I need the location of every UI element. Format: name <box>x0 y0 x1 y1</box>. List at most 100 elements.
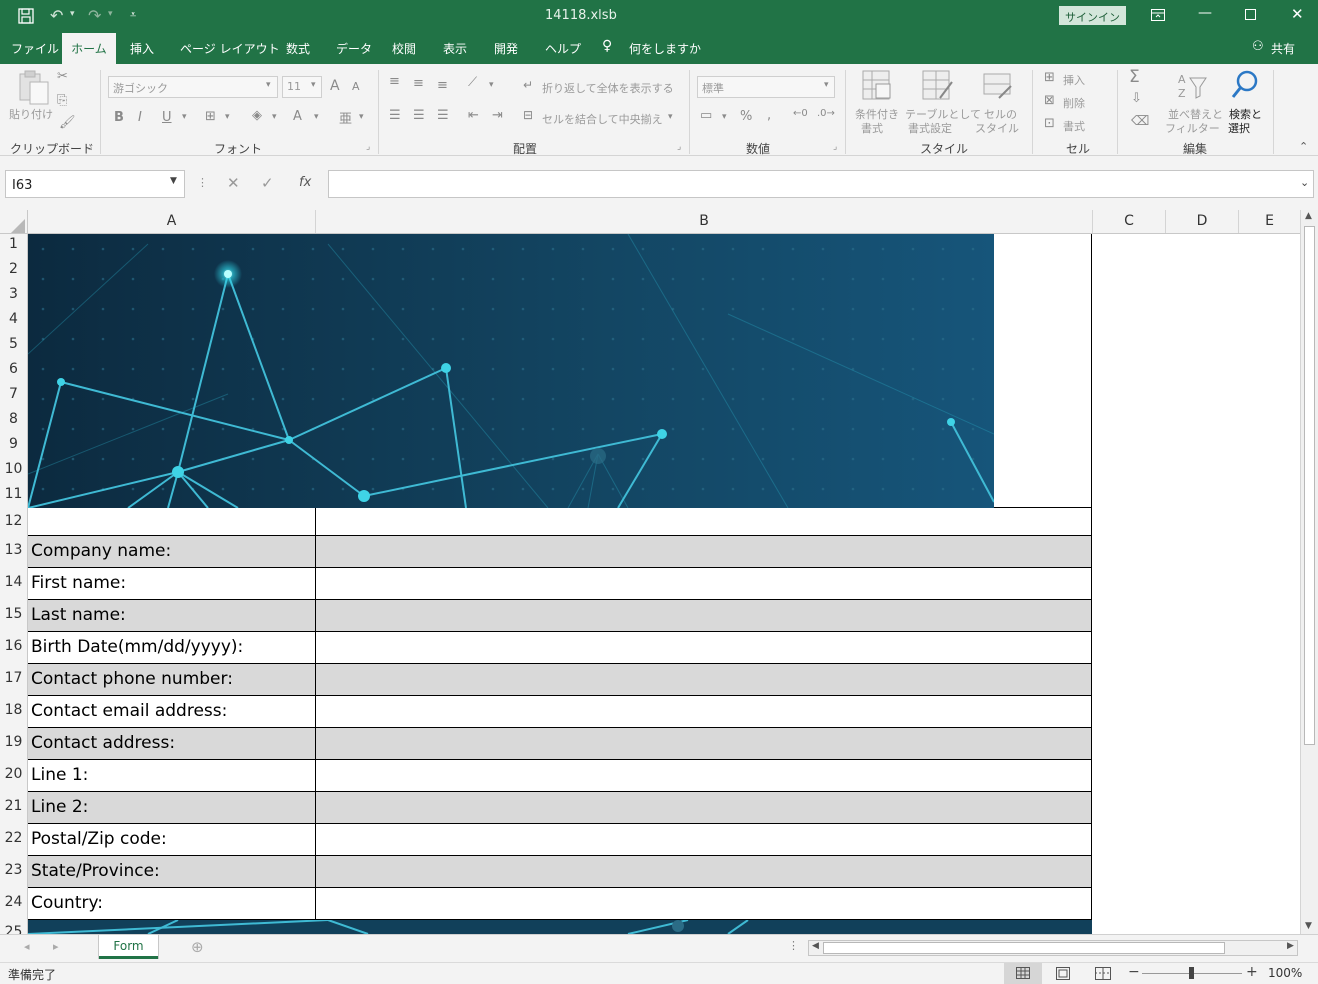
row-header[interactable]: 5 <box>0 336 27 352</box>
page-break-view-icon[interactable] <box>1095 967 1111 980</box>
font-name-select[interactable]: 游ゴシック <box>108 76 278 98</box>
fill-color-icon[interactable]: ◈ <box>252 108 262 123</box>
form-row-line-1[interactable]: Line 1: <box>28 760 1092 792</box>
horizontal-scrollbar[interactable]: ◀ ▶ <box>808 940 1298 956</box>
font-size-select[interactable]: 11 <box>282 76 322 98</box>
sort-filter-label-2[interactable]: フィルター <box>1165 120 1220 136</box>
confirm-entry-icon[interactable]: ✓ <box>261 174 274 192</box>
borders-icon[interactable]: ⊞ <box>205 109 216 124</box>
number-format-select[interactable]: 標準 <box>697 76 835 98</box>
vertical-scroll-thumb[interactable] <box>1304 226 1315 745</box>
underline-dropdown-icon[interactable]: ▾ <box>182 112 187 122</box>
redo-icon[interactable]: ↷ <box>88 6 101 25</box>
next-sheet-icon[interactable]: ▸ <box>53 940 59 953</box>
row-header[interactable]: 25 <box>0 924 27 934</box>
normal-view-button[interactable] <box>1004 963 1042 984</box>
form-row-company-name[interactable]: Company name: <box>28 536 1092 568</box>
form-row-country[interactable]: Country: <box>28 888 1092 920</box>
align-top-icon[interactable]: ≡ <box>389 74 400 89</box>
accounting-dropdown-icon[interactable]: ▾ <box>722 112 727 122</box>
form-row-contact-email[interactable]: Contact email address: <box>28 696 1092 728</box>
format-painter-icon[interactable]: 🖌 <box>59 115 76 130</box>
form-row-contact-phone[interactable]: Contact phone number: <box>28 664 1092 696</box>
row-header[interactable]: 4 <box>0 311 27 327</box>
tab-page-layout[interactable]: ページ レイアウト <box>180 40 280 57</box>
font-color-dropdown-icon[interactable]: ▾ <box>314 112 319 122</box>
row-header[interactable]: 11 <box>0 486 27 502</box>
tab-review[interactable]: 校閲 <box>392 40 416 57</box>
tab-data[interactable]: データ <box>336 40 372 57</box>
customize-qat-icon[interactable]: ⩡ <box>130 8 136 22</box>
row-header[interactable]: 14 <box>0 574 27 590</box>
zoom-in-icon[interactable]: + <box>1246 964 1258 980</box>
expand-formula-bar-icon[interactable]: ⌄ <box>1300 176 1309 189</box>
percent-button[interactable]: % <box>740 109 752 124</box>
tab-help[interactable]: ヘルプ <box>545 40 581 57</box>
table-row[interactable] <box>28 508 1092 536</box>
ribbon-display-options-icon[interactable] <box>1151 9 1165 21</box>
tab-developer[interactable]: 開発 <box>494 40 518 57</box>
cell-styles-label-2[interactable]: スタイル <box>975 120 1019 136</box>
name-box[interactable]: I63 <box>5 170 185 198</box>
fill-color-dropdown-icon[interactable]: ▾ <box>272 112 277 122</box>
conditional-format-label-2[interactable]: 書式 <box>861 120 883 136</box>
italic-button[interactable]: I <box>138 110 142 125</box>
zoom-out-icon[interactable]: − <box>1128 964 1140 980</box>
maximize-icon[interactable] <box>1245 9 1257 21</box>
formula-input[interactable] <box>328 170 1314 198</box>
column-header-a[interactable]: A <box>28 210 316 233</box>
tab-home[interactable]: ホーム <box>62 33 116 64</box>
autosum-icon[interactable]: Σ <box>1129 67 1140 87</box>
orientation-icon[interactable]: ⟋ <box>468 75 477 90</box>
close-icon[interactable]: ✕ <box>1291 5 1304 23</box>
row-header[interactable]: 7 <box>0 386 27 402</box>
row-header[interactable]: 13 <box>0 542 27 558</box>
form-row-first-name[interactable]: First name: <box>28 568 1092 600</box>
format-cells-icon[interactable]: ⊡ <box>1044 116 1055 131</box>
row-header[interactable]: 24 <box>0 894 27 910</box>
row-header[interactable]: 3 <box>0 286 27 302</box>
fill-icon[interactable]: ⇩ <box>1131 91 1142 106</box>
row-header[interactable]: 12 <box>0 513 27 529</box>
column-header-e[interactable]: E <box>1239 210 1300 233</box>
conditional-format-icon[interactable] <box>862 70 894 102</box>
insert-function-button[interactable]: fx <box>299 175 311 190</box>
merge-center-button[interactable]: セルを結合して中央揃え <box>542 111 663 127</box>
merge-center-icon[interactable]: ⊟ <box>523 108 533 122</box>
align-bottom-icon[interactable]: ≡ <box>437 78 448 93</box>
new-sheet-icon[interactable]: ⊕ <box>191 938 204 956</box>
tab-insert[interactable]: 挿入 <box>130 40 154 57</box>
sheet-tab-form[interactable]: Form <box>99 935 158 959</box>
banner-side-cell[interactable] <box>994 234 1092 508</box>
row-header[interactable]: 2 <box>0 261 27 277</box>
insert-cells-button[interactable]: 挿入 <box>1063 72 1085 88</box>
row-header[interactable]: 9 <box>0 436 27 452</box>
phonetic-icon[interactable]: 亜 <box>339 108 352 127</box>
undo-dropdown-icon[interactable]: ▾ <box>70 9 75 19</box>
row-header[interactable]: 18 <box>0 702 27 718</box>
format-as-table-label-2[interactable]: 書式設定 <box>908 120 952 136</box>
scroll-down-icon[interactable]: ▼ <box>1305 921 1312 931</box>
clipboard-launcher-icon[interactable]: ⌟ <box>88 142 92 152</box>
horizontal-scroll-thumb[interactable] <box>823 942 1225 954</box>
vertical-scrollbar[interactable]: ▲ ▼ <box>1300 210 1318 934</box>
form-row-postal-code[interactable]: Postal/Zip code: <box>28 824 1092 856</box>
delete-cells-button[interactable]: 削除 <box>1063 95 1085 111</box>
tab-view[interactable]: 表示 <box>443 40 467 57</box>
borders-dropdown-icon[interactable]: ▾ <box>225 112 230 122</box>
align-left-icon[interactable]: ☰ <box>389 108 401 123</box>
scroll-right-icon[interactable]: ▶ <box>1287 941 1294 951</box>
underline-button[interactable]: U <box>162 110 172 125</box>
accounting-icon[interactable]: ▭ <box>700 108 712 123</box>
wrap-text-button[interactable]: 折り返して全体を表示する <box>542 80 674 96</box>
form-row-contact-address[interactable]: Contact address: <box>28 728 1092 760</box>
align-center-icon[interactable]: ☰ <box>413 108 425 123</box>
row-header[interactable]: 19 <box>0 734 27 750</box>
scroll-up-icon[interactable]: ▲ <box>1305 211 1312 221</box>
font-launcher-icon[interactable]: ⌟ <box>366 142 370 152</box>
row-header[interactable]: 17 <box>0 670 27 686</box>
undo-icon[interactable]: ↶ <box>50 6 63 25</box>
align-middle-icon[interactable]: ≡ <box>413 76 424 91</box>
form-row-state-province[interactable]: State/Province: <box>28 856 1092 888</box>
row-header[interactable]: 15 <box>0 606 27 622</box>
